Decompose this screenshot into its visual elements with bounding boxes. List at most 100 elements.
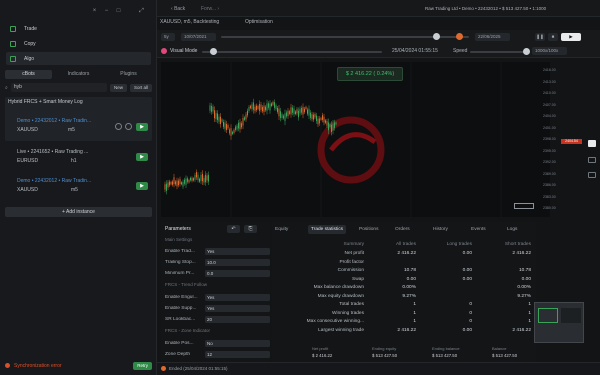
tab-backtesting[interactable]: XAUUSD, m5, Backtesting bbox=[160, 17, 219, 27]
back-label: Back bbox=[174, 6, 186, 12]
candle-body bbox=[202, 173, 203, 182]
tab-events[interactable]: Events bbox=[468, 225, 489, 234]
strategy-instance-tf: m5 bbox=[71, 187, 78, 193]
scroll-to-end-button[interactable] bbox=[514, 203, 534, 209]
tab-history[interactable]: History bbox=[430, 225, 451, 234]
stop-icon[interactable] bbox=[115, 123, 122, 130]
footer-stat-value: $ 513 427.50 bbox=[432, 353, 458, 358]
settings-icon[interactable] bbox=[588, 172, 596, 178]
param-row[interactable]: SR Lookbac... 20 bbox=[165, 315, 270, 323]
candle-body bbox=[280, 111, 281, 119]
range-slider-track[interactable] bbox=[221, 36, 469, 38]
close-window-icon[interactable]: × bbox=[90, 7, 99, 16]
search-input[interactable]: hyb bbox=[10, 83, 107, 92]
run-button[interactable]: ▶ bbox=[136, 153, 148, 161]
run-button[interactable]: ▶ bbox=[136, 182, 148, 190]
minimap-preview[interactable] bbox=[534, 302, 584, 343]
save-preset-icon[interactable]: ⎘ bbox=[244, 225, 257, 233]
candle-body bbox=[259, 103, 260, 112]
nav-copy-label: Copy bbox=[24, 40, 36, 47]
candle-body bbox=[322, 115, 323, 120]
param-value[interactable]: Yes bbox=[205, 304, 270, 312]
stat-short: 1 bbox=[528, 319, 531, 324]
add-instance-button[interactable]: + Add instance bbox=[5, 207, 152, 217]
candle-body bbox=[313, 114, 314, 120]
param-value[interactable]: No bbox=[205, 339, 270, 347]
layout-icon[interactable] bbox=[588, 157, 596, 163]
period-select[interactable]: 5y bbox=[161, 33, 175, 41]
tab-optimisation[interactable]: Optimisation bbox=[245, 17, 273, 27]
param-row[interactable]: Enable Supp... Yes bbox=[165, 304, 270, 312]
play-button[interactable]: ▶ bbox=[561, 33, 581, 41]
speed-select[interactable]: 1000x/100x bbox=[532, 47, 567, 55]
undo-icon[interactable]: ↶ bbox=[227, 225, 240, 233]
visual-mode-toggle[interactable] bbox=[161, 48, 167, 54]
stat-long: 0.00 bbox=[462, 251, 472, 256]
forward-button[interactable]: Forw... › bbox=[201, 6, 219, 12]
nav-algo[interactable]: Algo bbox=[6, 52, 151, 65]
nav-trade[interactable]: Trade bbox=[6, 22, 151, 35]
run-button[interactable]: ▶ bbox=[136, 123, 148, 131]
stop-button[interactable]: ■ bbox=[548, 33, 558, 41]
tab-positions[interactable]: Positions bbox=[356, 225, 381, 234]
strategy-instance-id: Demo • 22432012 • Raw Tradin... bbox=[17, 178, 92, 184]
tab-cbots[interactable]: cBots bbox=[5, 70, 52, 79]
sort-button[interactable]: Sort all bbox=[129, 83, 152, 92]
minimize-window-icon[interactable]: − bbox=[102, 7, 111, 16]
param-value[interactable]: 10.0 bbox=[205, 258, 270, 266]
fullscreen-icon[interactable]: ⤢ bbox=[137, 7, 146, 16]
range-slider-end[interactable] bbox=[456, 33, 463, 40]
candle-body bbox=[218, 116, 220, 122]
retry-button[interactable]: Retry bbox=[133, 361, 152, 370]
price-chart[interactable] bbox=[161, 62, 550, 217]
visual-mode-toolbar: Visual Mode 25/04/2024 01:55:15 Speed 10… bbox=[157, 44, 600, 58]
param-value[interactable]: Yes bbox=[205, 293, 270, 301]
tab-indicators[interactable]: Indicators bbox=[55, 70, 102, 79]
back-button[interactable]: ‹ Back bbox=[171, 6, 185, 12]
tab-plugins[interactable]: Plugins bbox=[105, 70, 152, 79]
strategy-group[interactable]: Hybrid FRCS + Smart Money Log Demo • 224… bbox=[5, 97, 152, 141]
candle-body bbox=[193, 178, 194, 181]
param-row[interactable]: Trailing Stop... 10.0 bbox=[165, 258, 270, 266]
strategy-instance[interactable]: Live • 2241652 • Raw Trading ... EURUSD … bbox=[5, 146, 152, 170]
position-slider-track[interactable] bbox=[202, 51, 382, 53]
tab-orders[interactable]: Orders bbox=[392, 225, 413, 234]
position-slider-knob[interactable] bbox=[210, 48, 217, 55]
param-row[interactable]: Enable Pos... No bbox=[165, 339, 270, 347]
params-section-trend: FRCS - Trend Follow bbox=[165, 282, 208, 287]
candle-body bbox=[317, 118, 319, 125]
speed-slider-track[interactable] bbox=[470, 51, 525, 53]
panel-toggle-icon[interactable] bbox=[588, 140, 596, 147]
param-row[interactable]: Zone Depth 12 bbox=[165, 350, 270, 358]
param-value[interactable]: Yes bbox=[205, 247, 270, 255]
candle-body bbox=[196, 172, 197, 178]
param-row[interactable]: Enable Trad... Yes bbox=[165, 247, 270, 255]
speed-slider-knob[interactable] bbox=[523, 48, 530, 55]
pause-button[interactable]: ❚❚ bbox=[535, 33, 545, 41]
error-icon bbox=[5, 363, 10, 368]
tab-equity[interactable]: Equity bbox=[272, 225, 291, 234]
new-button[interactable]: New bbox=[109, 83, 127, 92]
candle-body bbox=[208, 174, 209, 182]
candle-body bbox=[245, 114, 247, 120]
param-row[interactable]: Minimum Pr... 0.0 bbox=[165, 269, 270, 277]
range-slider-start[interactable] bbox=[433, 33, 440, 40]
from-date-field[interactable]: 10/07/2021 bbox=[181, 33, 216, 41]
param-value[interactable]: 12 bbox=[205, 350, 270, 358]
tab-logs[interactable]: Logs bbox=[504, 225, 520, 234]
candle-body bbox=[295, 111, 296, 114]
maximize-window-icon[interactable]: □ bbox=[114, 7, 123, 16]
search-row: ⌕ hyb New Sort all bbox=[5, 83, 152, 92]
param-value[interactable]: 20 bbox=[205, 315, 270, 323]
account-info[interactable]: Raw Trading Ltd • Demo • 22432012 • $ 51… bbox=[425, 6, 546, 11]
nav-copy[interactable]: Copy bbox=[6, 37, 151, 50]
param-value[interactable]: 0.0 bbox=[205, 269, 270, 277]
strategy-instance[interactable]: Demo • 22432012 • Raw Tradin... XAUUSD m… bbox=[5, 175, 152, 199]
to-date-field[interactable]: 22/06/2025 bbox=[475, 33, 510, 41]
tab-trade-statistics[interactable]: Trade statistics bbox=[308, 225, 347, 234]
param-label: SR Lookbac... bbox=[165, 316, 196, 322]
param-label: Zone Depth bbox=[165, 351, 191, 357]
settings-icon[interactable] bbox=[125, 123, 132, 130]
param-row[interactable]: Enable Engul... Yes bbox=[165, 293, 270, 301]
candle-body bbox=[299, 108, 301, 114]
